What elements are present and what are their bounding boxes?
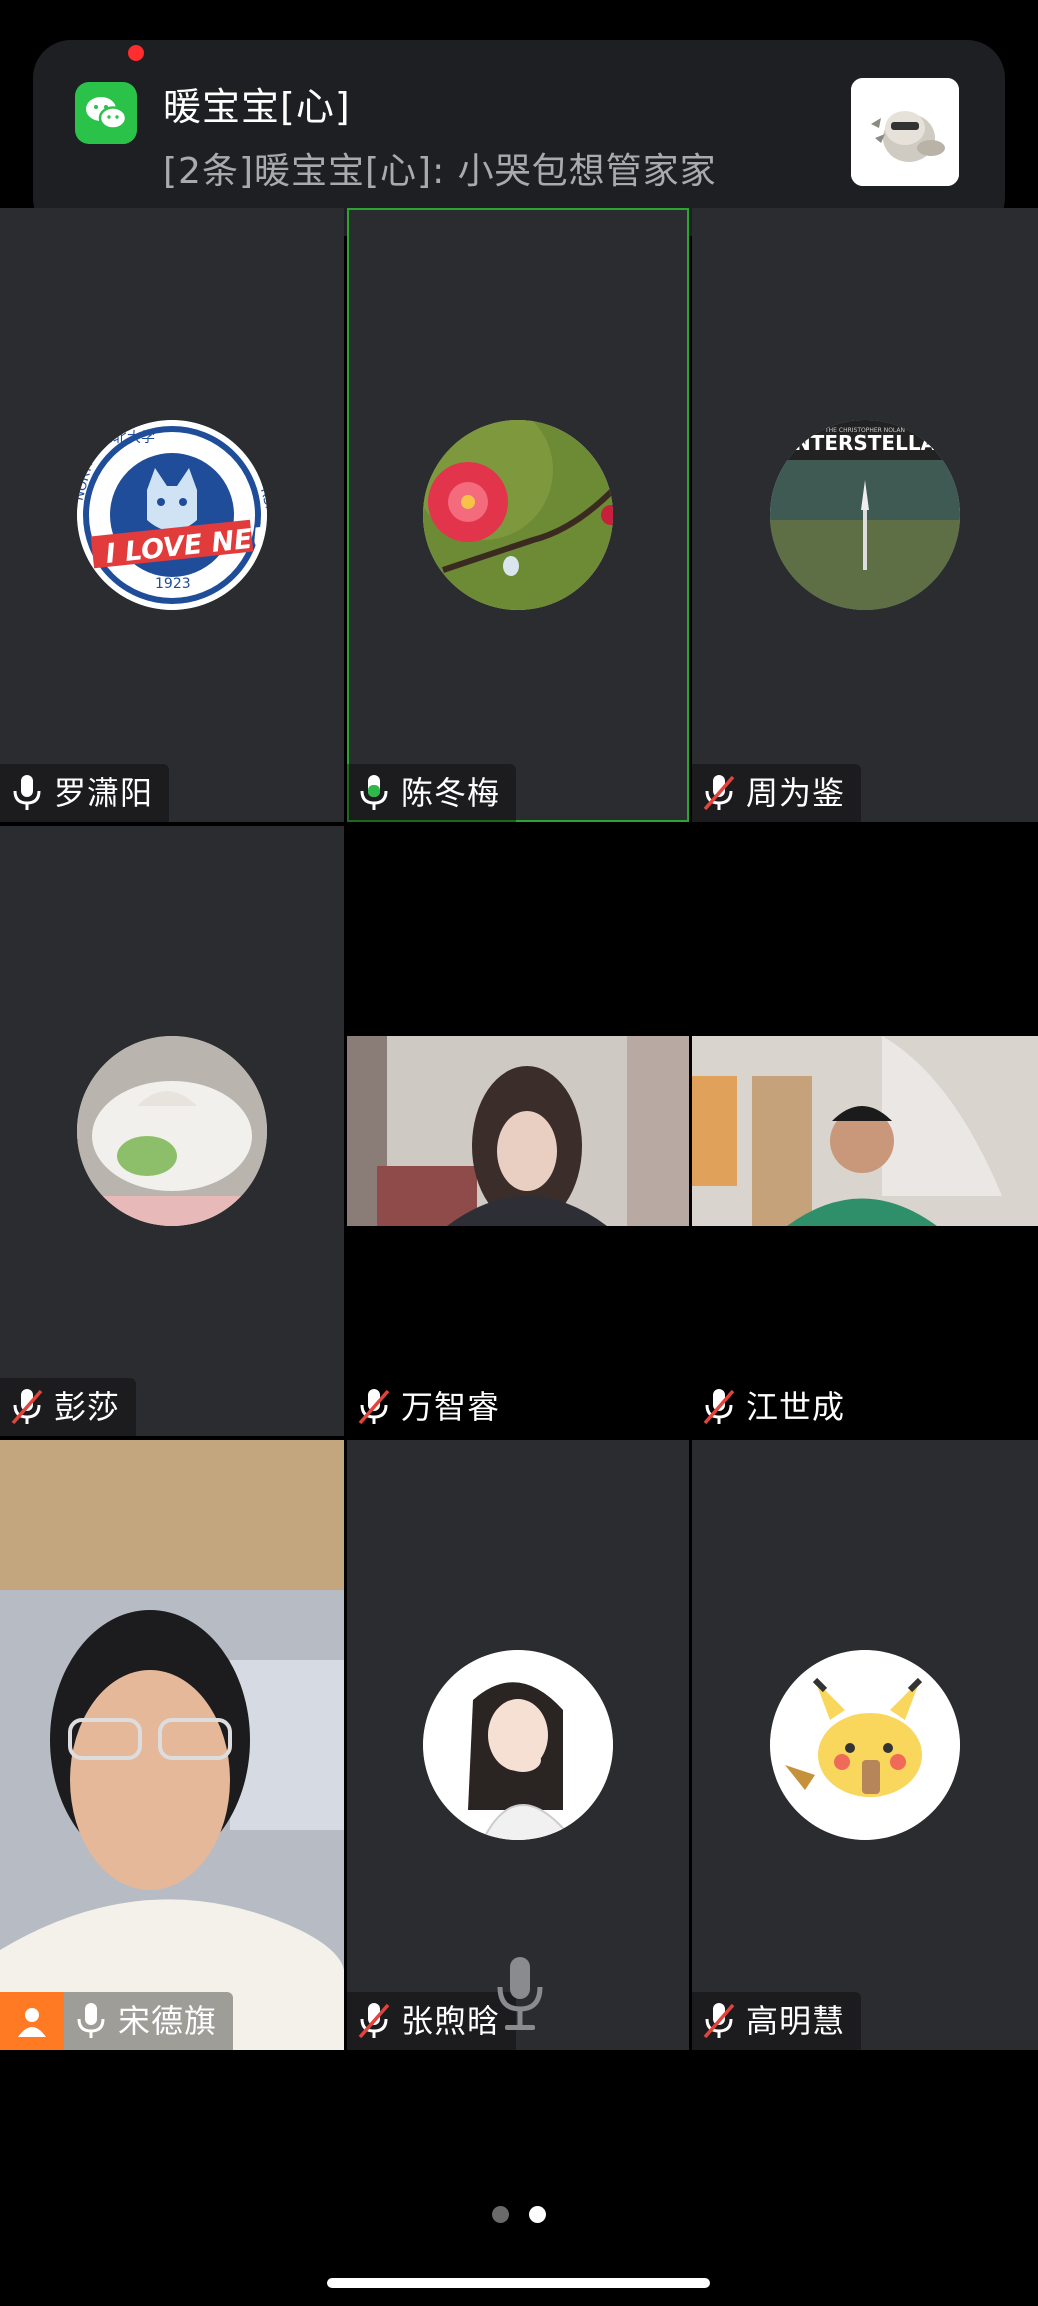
wechat-notification-banner[interactable]: 暖宝宝[心] [2条]暖宝宝[心]: 小哭包想管家家 <box>33 40 1005 236</box>
participant-name: 万智睿 <box>401 1388 501 1426</box>
notification-message: [2条]暖宝宝[心]: 小哭包想管家家 <box>163 151 717 192</box>
participant-name: 高明慧 <box>746 2002 846 2040</box>
page-dot-1[interactable] <box>492 2206 509 2223</box>
home-indicator[interactable] <box>327 2278 710 2288</box>
notification-sticker-thumbnail <box>851 78 959 186</box>
participant-name: 罗潇阳 <box>54 774 154 812</box>
video-feed <box>692 1036 1038 1226</box>
mic-icon[interactable] <box>74 2001 108 2041</box>
wechat-icon <box>75 82 137 144</box>
mic-speaking-icon[interactable] <box>357 773 391 813</box>
nameplate: 宋德旗 <box>64 1992 234 2050</box>
mic-muted-icon[interactable] <box>357 1387 391 1427</box>
mic-muted-icon[interactable] <box>10 1387 44 1427</box>
nameplate: 张煦晗 <box>347 1992 517 2050</box>
video-feed <box>347 1036 689 1226</box>
avatar <box>77 1036 267 1226</box>
participant-name: 张煦晗 <box>401 2002 501 2040</box>
host-badge-icon <box>0 1992 64 2050</box>
mic-muted-icon[interactable] <box>702 773 736 813</box>
participant-tile-6[interactable]: 江世成 <box>692 826 1038 1436</box>
participant-name: 陈冬梅 <box>401 774 501 812</box>
neu-year-text: 1923 <box>155 576 191 592</box>
poster-title: NTERSTELLA <box>794 431 937 455</box>
nameplate: 彭莎 <box>0 1378 137 1436</box>
participant-tile-2[interactable]: 陈冬梅 <box>347 208 689 822</box>
nameplate: 江世成 <box>692 1378 862 1436</box>
participant-name: 彭莎 <box>54 1388 121 1426</box>
participant-tile-1[interactable]: 东北大学 NORTHE RSITY I LOVE NEU 1923 罗潇阳 <box>0 208 344 822</box>
nameplate: 陈冬梅 <box>347 764 517 822</box>
page-dot-2-active[interactable] <box>529 2206 546 2223</box>
participant-name: 江世成 <box>746 1388 846 1426</box>
avatar <box>423 1650 613 1840</box>
nameplate: 高明慧 <box>692 1992 862 2050</box>
participant-tile-9[interactable]: 高明慧 <box>692 1440 1038 2050</box>
participant-tile-5[interactable]: 万智睿 <box>347 826 689 1436</box>
neu-top-text: 东北大学 <box>99 430 155 446</box>
mic-muted-icon[interactable] <box>357 2001 391 2041</box>
page-indicator[interactable] <box>492 2206 546 2223</box>
participant-name: 宋德旗 <box>118 2002 218 2040</box>
notification-title: 暖宝宝[心] <box>163 85 351 129</box>
mic-icon[interactable] <box>10 773 44 813</box>
avatar: 东北大学 NORTHE RSITY I LOVE NEU 1923 <box>77 420 267 610</box>
nameplate: 罗潇阳 <box>0 764 170 822</box>
nameplate: 周为鉴 <box>692 764 862 822</box>
mic-muted-icon[interactable] <box>702 1387 736 1427</box>
nameplate: 万智睿 <box>347 1378 517 1436</box>
floating-mic-icon[interactable] <box>495 1955 545 2035</box>
avatar <box>770 1650 960 1840</box>
mic-muted-icon[interactable] <box>702 2001 736 2041</box>
notification-red-dot <box>128 45 144 61</box>
participant-name: 周为鉴 <box>746 774 846 812</box>
avatar: THE CHRISTOPHER NOLAN NTERSTELLA <box>770 420 960 610</box>
participant-tile-3[interactable]: THE CHRISTOPHER NOLAN NTERSTELLA 周为鉴 <box>692 208 1038 822</box>
participant-tile-7[interactable]: 宋德旗 <box>0 1440 344 2050</box>
avatar <box>423 420 613 610</box>
participant-tile-4[interactable]: 彭莎 <box>0 826 344 1436</box>
video-feed <box>0 1440 344 2050</box>
